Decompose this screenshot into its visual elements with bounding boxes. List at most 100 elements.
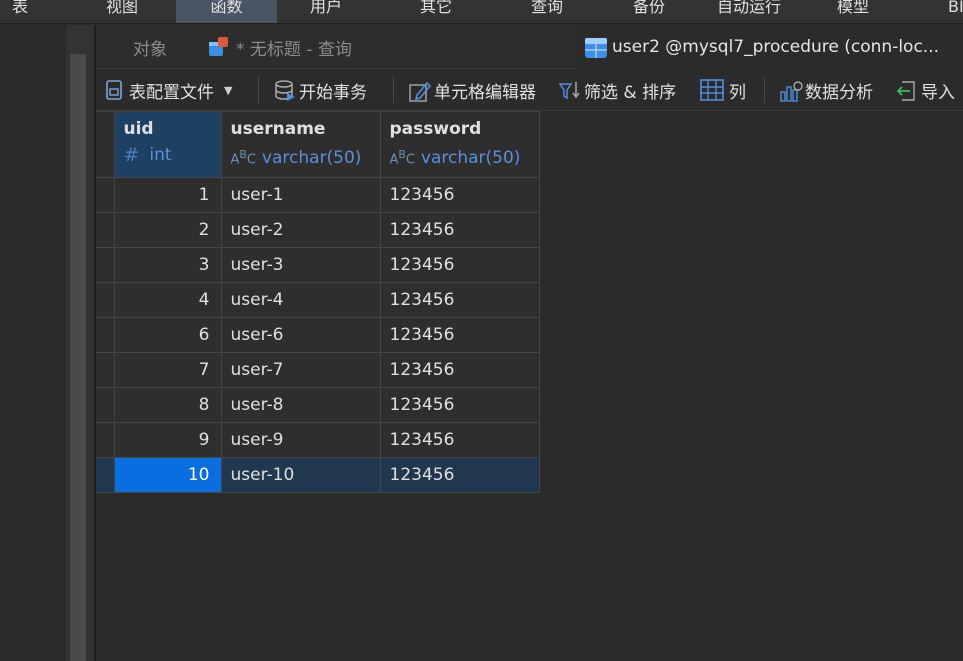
table-config-label: 表配置文件 bbox=[129, 82, 214, 103]
menu-views[interactable]: 视图 bbox=[106, 0, 138, 23]
cell-password[interactable]: 123456 bbox=[379, 387, 540, 423]
column-name: password bbox=[389, 119, 482, 139]
cell-uid[interactable]: 7 bbox=[113, 352, 222, 388]
navigation-scrollbar-thumb[interactable] bbox=[70, 54, 86, 661]
tab-user2-label: user2 @mysql7_procedure (conn-loc... bbox=[612, 37, 940, 57]
begin-transaction-button[interactable]: 开始事务 bbox=[274, 69, 367, 111]
main-menu-bar: 表 视图 函数 用户 其它 查询 备份 自动运行 模型 BI bbox=[0, 0, 963, 24]
row-indicator[interactable] bbox=[96, 352, 115, 388]
row-indicator[interactable] bbox=[96, 247, 115, 283]
cell-editor-button[interactable]: 单元格编辑器 bbox=[409, 69, 536, 111]
cell-username[interactable]: user-7 bbox=[220, 352, 381, 388]
row-indicator[interactable] bbox=[96, 282, 115, 318]
cell-password[interactable]: 123456 bbox=[379, 177, 540, 213]
cell-username[interactable]: user-8 bbox=[220, 387, 381, 423]
column-type: ABC varchar(50) bbox=[231, 144, 372, 171]
table-row[interactable]: 1 user-1 123456 bbox=[96, 177, 540, 213]
data-analysis-button[interactable]: 数据分析 bbox=[780, 69, 873, 111]
table-row[interactable]: 2 user-2 123456 bbox=[96, 212, 540, 248]
cell-uid[interactable]: 8 bbox=[113, 387, 222, 423]
cell-uid[interactable]: 1 bbox=[113, 177, 222, 213]
column-name: uid bbox=[123, 119, 154, 139]
menu-others[interactable]: 其它 bbox=[420, 0, 452, 23]
column-type-label: varchar(50) bbox=[261, 147, 362, 168]
table-icon bbox=[584, 36, 607, 58]
filter-icon bbox=[558, 80, 580, 100]
cell-uid[interactable]: 10 bbox=[113, 457, 222, 493]
menu-functions[interactable]: 函数 bbox=[176, 0, 277, 23]
menu-bi[interactable]: BI bbox=[948, 0, 963, 23]
cell-uid[interactable]: 4 bbox=[113, 282, 222, 318]
row-indicator[interactable] bbox=[96, 212, 115, 248]
cell-password[interactable]: 123456 bbox=[379, 457, 540, 493]
row-indicator[interactable] bbox=[96, 177, 115, 213]
tab-untitled-query[interactable]: * 无标题 - 查询 bbox=[208, 25, 468, 69]
cell-username[interactable]: user-6 bbox=[220, 317, 381, 353]
table-row[interactable]: 4 user-4 123456 bbox=[96, 282, 540, 318]
table-row[interactable]: 8 user-8 123456 bbox=[96, 387, 540, 423]
columns-label: 列 bbox=[729, 82, 746, 103]
bar-chart-icon bbox=[780, 80, 803, 102]
cell-uid[interactable]: 3 bbox=[113, 247, 222, 283]
cell-password[interactable]: 123456 bbox=[379, 282, 540, 318]
row-indicator[interactable] bbox=[96, 317, 115, 353]
menu-model[interactable]: 模型 bbox=[837, 0, 869, 23]
cell-username[interactable]: user-4 bbox=[220, 282, 381, 318]
table-config-button[interactable]: 表配置文件 ▼ bbox=[104, 69, 232, 111]
row-indicator-current[interactable] bbox=[96, 457, 115, 493]
table-row[interactable]: 6 user-6 123456 bbox=[96, 317, 540, 353]
cell-username[interactable]: user-9 bbox=[220, 422, 381, 458]
import-button[interactable]: 导入 bbox=[896, 69, 955, 111]
toolbar-separator bbox=[258, 77, 259, 103]
menu-automation[interactable]: 自动运行 bbox=[717, 0, 781, 23]
menu-backup[interactable]: 备份 bbox=[633, 0, 665, 23]
cell-password[interactable]: 123456 bbox=[379, 317, 540, 353]
menu-users[interactable]: 用户 bbox=[310, 0, 342, 23]
columns-grid-icon bbox=[700, 78, 724, 102]
cell-username[interactable]: user-10 bbox=[220, 457, 381, 493]
cell-password[interactable]: 123456 bbox=[379, 352, 540, 388]
cell-password[interactable]: 123456 bbox=[379, 422, 540, 458]
toolbar-separator bbox=[764, 77, 765, 103]
table-row[interactable]: 9 user-9 123456 bbox=[96, 422, 540, 458]
query-icon bbox=[208, 36, 230, 58]
cell-password[interactable]: 123456 bbox=[379, 212, 540, 248]
tab-objects-label: 对象 bbox=[133, 39, 167, 60]
filter-sort-label: 筛选 & 排序 bbox=[584, 82, 677, 103]
toolbar-separator bbox=[393, 77, 394, 103]
table-row-selected[interactable]: 10 user-10 123456 bbox=[96, 457, 540, 493]
column-header-username[interactable]: username ABC varchar(50) bbox=[220, 111, 381, 178]
cell-uid[interactable]: 9 bbox=[113, 422, 222, 458]
data-analysis-label: 数据分析 bbox=[805, 82, 873, 103]
begin-transaction-label: 开始事务 bbox=[299, 82, 367, 103]
cell-uid[interactable]: 6 bbox=[113, 317, 222, 353]
table-row[interactable]: 7 user-7 123456 bbox=[96, 352, 540, 388]
cell-password[interactable]: 123456 bbox=[379, 247, 540, 283]
column-type-label: varchar(50) bbox=[420, 147, 521, 168]
document-icon bbox=[104, 80, 124, 100]
app-window: 表 视图 函数 用户 其它 查询 备份 自动运行 模型 BI 对象 * 无标题 … bbox=[0, 0, 963, 661]
text-type-icon: ABC bbox=[389, 148, 415, 168]
navigation-pane bbox=[0, 25, 66, 661]
row-indicator[interactable] bbox=[96, 387, 115, 423]
column-header-uid[interactable]: uid # int bbox=[113, 111, 222, 178]
cell-username[interactable]: user-3 bbox=[220, 247, 381, 283]
cell-username[interactable]: user-1 bbox=[220, 177, 381, 213]
cell-username[interactable]: user-2 bbox=[220, 212, 381, 248]
column-type-label: int bbox=[149, 145, 172, 165]
columns-button[interactable]: 列 bbox=[700, 69, 746, 111]
tab-user2-table[interactable]: user2 @mysql7_procedure (conn-loc... bbox=[576, 25, 963, 69]
column-name: username bbox=[230, 119, 326, 139]
table-row[interactable]: 3 user-3 123456 bbox=[96, 247, 540, 283]
filter-sort-button[interactable]: 筛选 & 排序 bbox=[558, 69, 677, 111]
number-type-icon: # bbox=[123, 144, 140, 166]
chevron-down-icon: ▼ bbox=[224, 83, 233, 97]
tab-objects[interactable]: 对象 bbox=[96, 25, 204, 69]
menu-query[interactable]: 查询 bbox=[531, 0, 563, 23]
menu-tables[interactable]: 表 bbox=[12, 0, 28, 23]
row-indicator-header bbox=[96, 111, 115, 178]
data-grid: uid # int username ABC varchar(50) passwor… bbox=[96, 111, 540, 493]
row-indicator[interactable] bbox=[96, 422, 115, 458]
column-header-password[interactable]: password ABC varchar(50) bbox=[379, 111, 540, 178]
cell-uid[interactable]: 2 bbox=[113, 212, 222, 248]
